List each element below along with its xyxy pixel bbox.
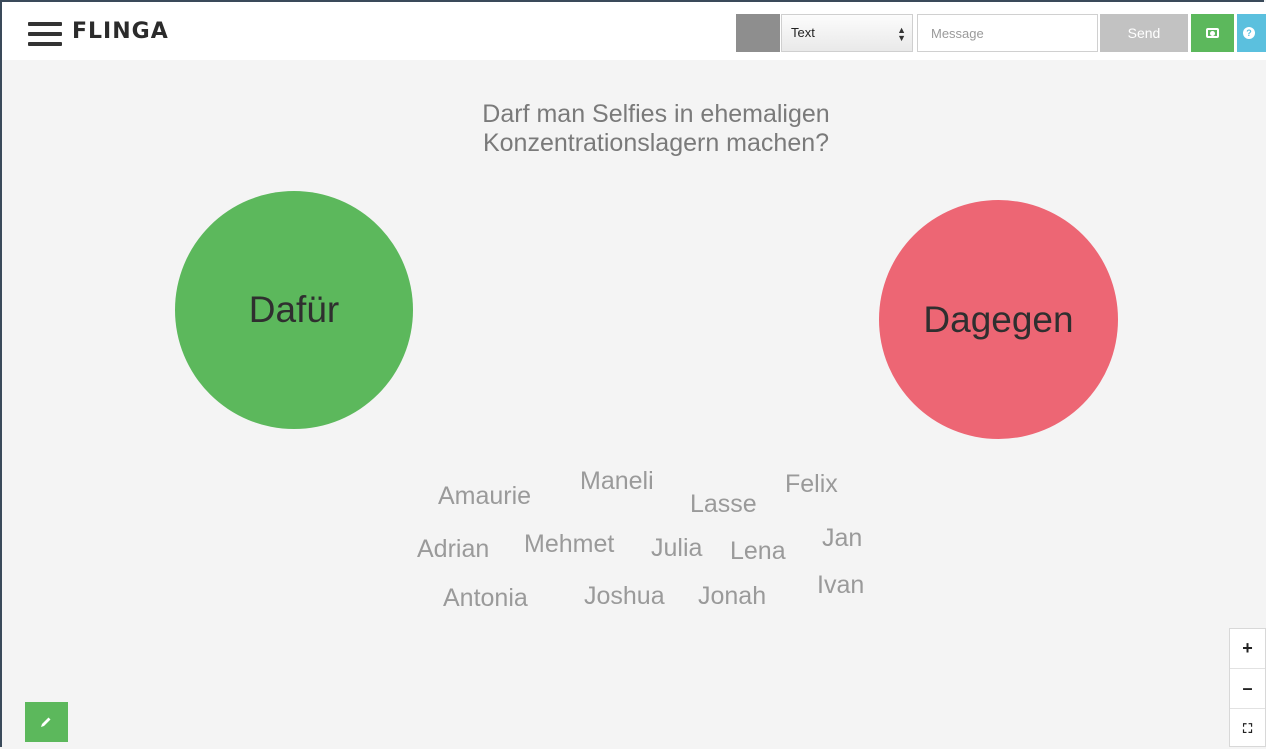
question-line-2: Konzentrationslagern machen? — [482, 129, 830, 157]
zoom-in-button[interactable]: + — [1230, 629, 1265, 668]
name-card[interactable]: Julia — [651, 534, 702, 563]
name-card[interactable]: Lena — [730, 537, 786, 566]
name-card[interactable]: Amaurie — [438, 482, 531, 511]
help-button[interactable]: ? — [1237, 14, 1266, 52]
color-picker-button[interactable] — [736, 14, 780, 52]
post-type-value: Text — [791, 25, 815, 40]
fit-icon[interactable]: ⛶ — [1230, 708, 1265, 748]
name-card[interactable]: Jan — [822, 524, 862, 553]
hamburger-menu-icon[interactable] — [28, 22, 62, 46]
brand-logo: FLINGA — [72, 19, 169, 44]
name-card[interactable]: Maneli — [580, 467, 654, 496]
post-type-select[interactable]: Text ▲ ▼ — [781, 14, 913, 52]
send-button[interactable]: Send — [1100, 14, 1188, 52]
name-card[interactable]: Lasse — [690, 490, 757, 519]
pencil-icon — [41, 717, 51, 727]
zoom-controls: + – ⛶ — [1229, 628, 1266, 747]
edit-button[interactable] — [25, 702, 68, 742]
question-line-1: Darf man Selfies in ehemaligen — [482, 100, 830, 128]
pro-label: Dafür — [248, 289, 340, 330]
message-input[interactable] — [917, 14, 1098, 52]
name-card[interactable]: Ivan — [817, 571, 864, 600]
name-card[interactable]: Mehmet — [524, 530, 614, 559]
camera-button[interactable] — [1191, 14, 1234, 52]
top-bar: FLINGA Text ▲▼ Send ? — [2, 2, 1266, 60]
name-card[interactable]: Jonah — [698, 582, 766, 611]
pro-circle[interactable]: Dafür — [175, 191, 413, 429]
con-label: Dagegen — [923, 298, 1074, 340]
name-card[interactable]: Adrian — [417, 535, 489, 564]
board-question: Darf man Selfies in ehemaligen Konzentra… — [400, 100, 912, 158]
con-circle[interactable]: Dagegen — [879, 200, 1118, 439]
name-card[interactable]: Felix — [785, 470, 838, 499]
select-arrows-icon: ▲ ▼ — [897, 25, 906, 43]
help-icon: ? — [1243, 27, 1255, 39]
name-card[interactable]: Joshua — [584, 582, 665, 611]
zoom-out-button[interactable]: – — [1230, 668, 1265, 708]
name-card[interactable]: Antonia — [443, 584, 528, 613]
